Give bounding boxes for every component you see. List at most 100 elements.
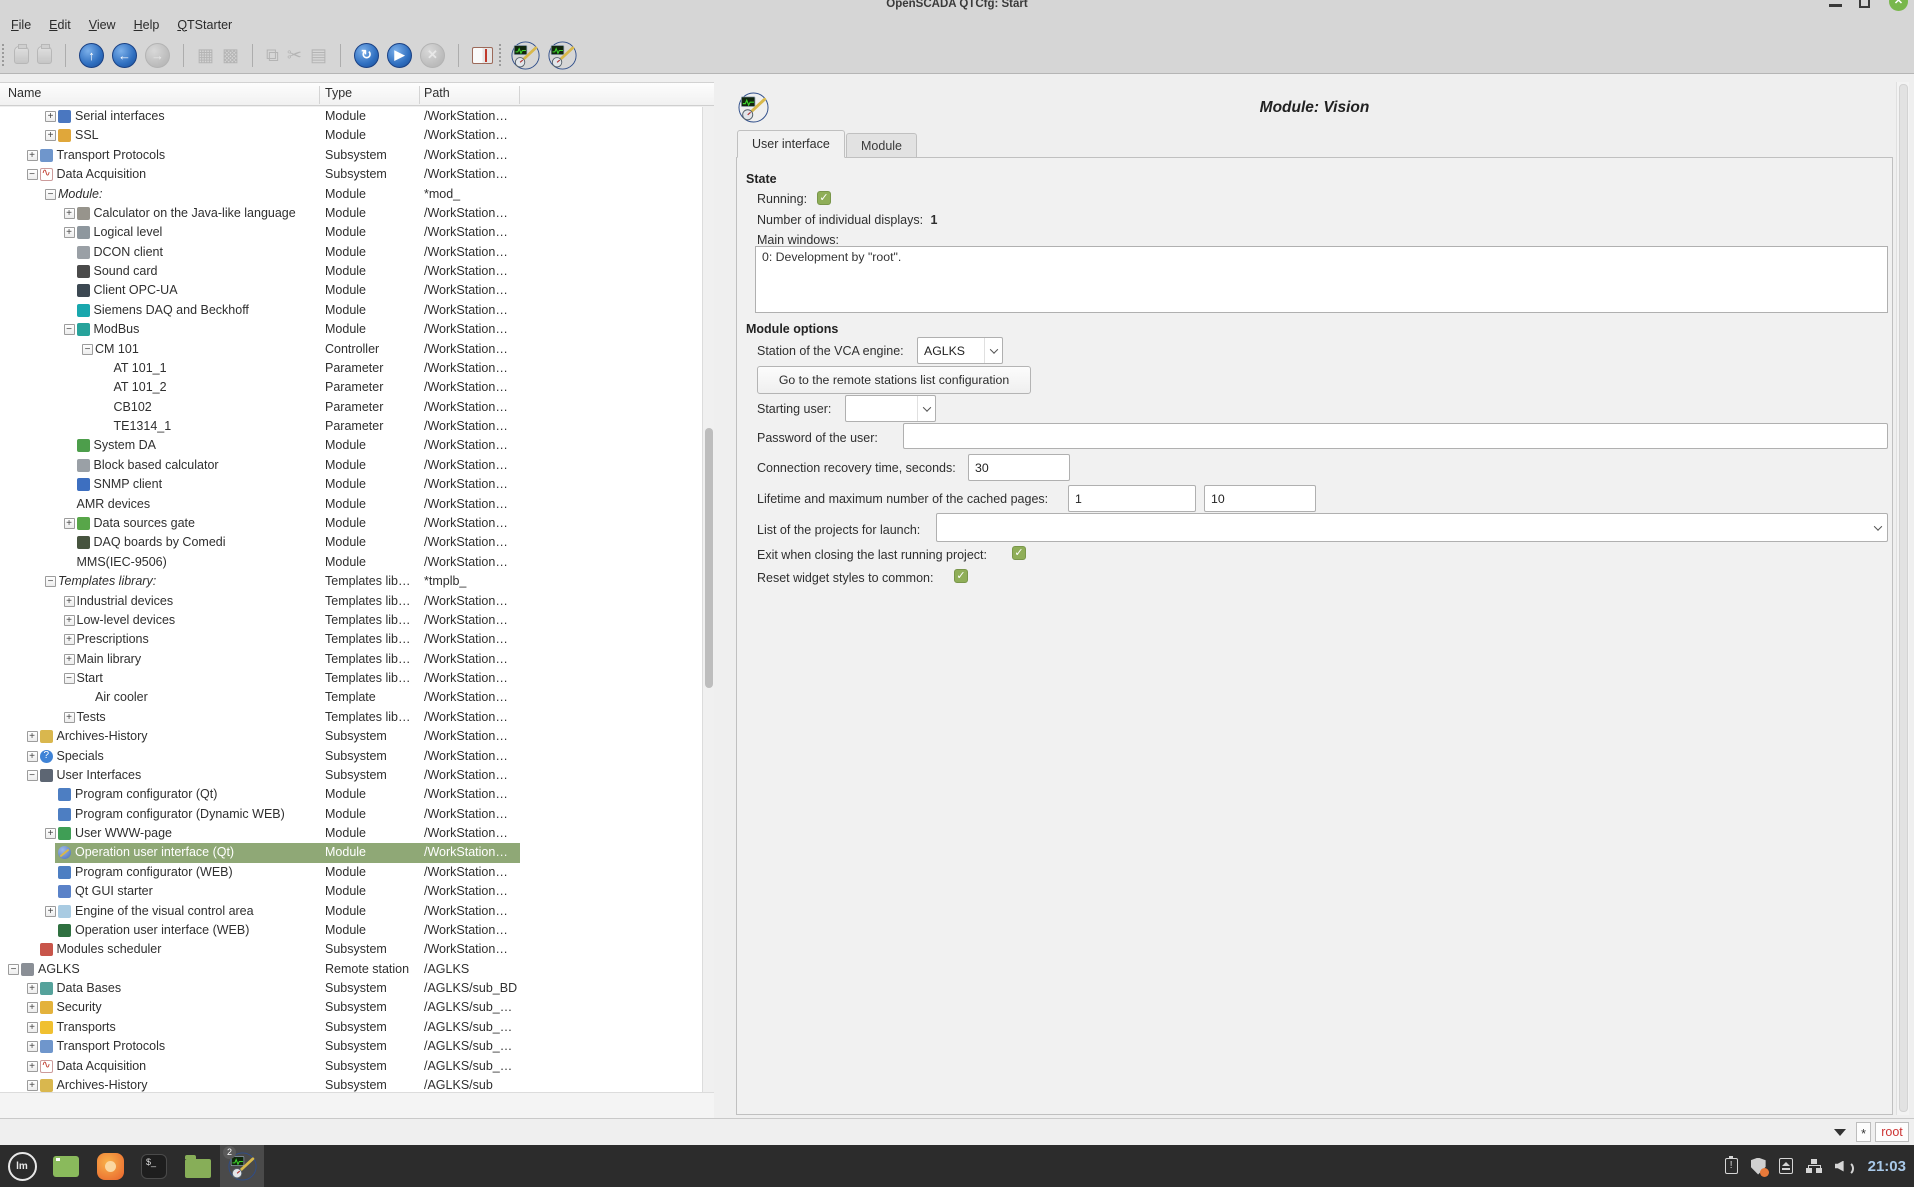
refresh-button[interactable]: ↻: [354, 43, 379, 68]
tree-row[interactable]: Client OPC-UAModule/WorkStation…: [0, 281, 702, 300]
collapse-icon[interactable]: −: [45, 189, 56, 200]
copy-item-button[interactable]: ⧉: [266, 46, 279, 64]
show-desktop-button[interactable]: [44, 1145, 88, 1187]
status-dropdown-button[interactable]: [1828, 1122, 1852, 1142]
exit-on-close-checkbox[interactable]: ✓: [1012, 546, 1026, 560]
cut-item-button[interactable]: ✂: [287, 46, 302, 64]
expand-icon[interactable]: +: [27, 150, 38, 161]
network-tray-icon[interactable]: [1806, 1159, 1822, 1174]
firefox-launcher[interactable]: [88, 1145, 132, 1187]
toolbar-handle[interactable]: [2, 44, 7, 66]
expand-icon[interactable]: +: [64, 654, 75, 665]
expand-icon[interactable]: +: [27, 1080, 38, 1091]
expand-icon[interactable]: +: [45, 828, 56, 839]
recovery-time-field[interactable]: [968, 454, 1070, 481]
delete-item-button[interactable]: ▩: [222, 46, 239, 64]
titlebar[interactable]: OpenSCADA QTCfg: Start ✕: [0, 0, 1914, 13]
expand-icon[interactable]: +: [64, 596, 75, 607]
cache-max-pages-field[interactable]: [1204, 485, 1316, 512]
tree-row[interactable]: +SecuritySubsystem/AGLKS/sub_…: [0, 998, 702, 1017]
running-checkbox[interactable]: ✓: [817, 191, 831, 205]
tree-row[interactable]: +Serial interfacesModule/WorkStation…: [0, 107, 702, 126]
column-header-type[interactable]: Type: [325, 86, 352, 100]
projects-launch-select[interactable]: [936, 513, 1888, 542]
starting-user-select[interactable]: [845, 395, 936, 422]
go-back-button[interactable]: ←: [112, 43, 137, 68]
expand-icon[interactable]: +: [27, 1041, 38, 1052]
menu-view[interactable]: View: [80, 18, 125, 32]
expand-icon[interactable]: +: [64, 227, 75, 238]
removable-media-tray-icon[interactable]: [1779, 1158, 1793, 1174]
menu-help[interactable]: Help: [125, 18, 169, 32]
expand-icon[interactable]: +: [45, 111, 56, 122]
files-launcher[interactable]: [176, 1145, 220, 1187]
current-user-badge[interactable]: root: [1875, 1122, 1909, 1142]
tree-row[interactable]: Modules schedulerSubsystem/WorkStation…: [0, 940, 702, 959]
column-divider[interactable]: [319, 86, 320, 104]
tree-horizontal-scrollbar[interactable]: [0, 1092, 714, 1118]
tree-row[interactable]: Operation user interface (Qt)Module/Work…: [0, 843, 702, 862]
tree-row[interactable]: System DAModule/WorkStation…: [0, 436, 702, 455]
tree-row[interactable]: Air coolerTemplate/WorkStation…: [0, 688, 702, 707]
tree-row[interactable]: +Transport ProtocolsSubsystem/AGLKS/sub_…: [0, 1037, 702, 1056]
tree-row[interactable]: TE1314_1Parameter/WorkStation…: [0, 417, 702, 436]
tree-row[interactable]: +PrescriptionsTemplates lib…/WorkStation…: [0, 630, 702, 649]
qtstarter-vision-button[interactable]: [548, 41, 577, 70]
tree-row[interactable]: Program configurator (Qt)Module/WorkStat…: [0, 785, 702, 804]
volume-tray-icon[interactable]: [1835, 1159, 1853, 1174]
stop-update-button[interactable]: ✕: [420, 43, 445, 68]
menu-file[interactable]: File: [2, 18, 40, 32]
openscada-task-button[interactable]: 2: [220, 1145, 264, 1187]
tree-row[interactable]: Qt GUI starterModule/WorkStation…: [0, 882, 702, 901]
password-field[interactable]: [903, 423, 1888, 449]
menu-qtstarter[interactable]: QTStarter: [168, 18, 241, 32]
expand-icon[interactable]: +: [27, 1061, 38, 1072]
tree-row[interactable]: CB102Parameter/WorkStation…: [0, 398, 702, 417]
tree-row[interactable]: −ModBusModule/WorkStation…: [0, 320, 702, 339]
add-item-button[interactable]: ▦: [197, 46, 214, 64]
tree-row[interactable]: +SSLModule/WorkStation…: [0, 126, 702, 145]
tab-module[interactable]: Module: [846, 133, 917, 158]
tree-row[interactable]: +Transport ProtocolsSubsystem/WorkStatio…: [0, 146, 702, 165]
expand-icon[interactable]: +: [64, 712, 75, 723]
config-tree[interactable]: +Serial interfacesModule/WorkStation…+SS…: [0, 107, 702, 1092]
tree-row[interactable]: +Data BasesSubsystem/AGLKS/sub_BD: [0, 979, 702, 998]
qtstarter-configurator-button[interactable]: [511, 41, 540, 70]
collapse-icon[interactable]: −: [64, 324, 75, 335]
collapse-icon[interactable]: −: [82, 344, 93, 355]
tree-row[interactable]: SNMP clientModule/WorkStation…: [0, 475, 702, 494]
main-windows-textarea[interactable]: 0: Development by "root".: [755, 246, 1888, 313]
tree-row[interactable]: +Low-level devicesTemplates lib…/WorkSta…: [0, 611, 702, 630]
reset-styles-checkbox[interactable]: ✓: [954, 569, 968, 583]
column-divider[interactable]: [519, 86, 520, 104]
column-header-name[interactable]: Name: [8, 86, 41, 100]
expand-icon[interactable]: +: [27, 1002, 38, 1013]
terminal-launcher[interactable]: $_: [132, 1145, 176, 1187]
station-select[interactable]: AGLKS: [917, 337, 1003, 364]
expand-icon[interactable]: +: [27, 751, 38, 762]
tree-row[interactable]: Block based calculatorModule/WorkStation…: [0, 456, 702, 475]
go-up-button[interactable]: ↑: [79, 43, 104, 68]
tab-user-interface[interactable]: User interface: [737, 130, 845, 158]
tree-row[interactable]: DCON clientModule/WorkStation…: [0, 243, 702, 262]
tree-row[interactable]: Operation user interface (WEB)Module/Wor…: [0, 921, 702, 940]
collapse-icon[interactable]: −: [8, 964, 19, 975]
clipboard-tray-icon[interactable]: !: [1725, 1158, 1738, 1174]
expand-icon[interactable]: +: [45, 906, 56, 917]
tree-row[interactable]: Program configurator (WEB)Module/WorkSta…: [0, 863, 702, 882]
tree-row[interactable]: +Calculator on the Java-like languageMod…: [0, 204, 702, 223]
tree-row[interactable]: Sound cardModule/WorkStation…: [0, 262, 702, 281]
expand-icon[interactable]: +: [64, 615, 75, 626]
tree-row[interactable]: AT 101_2Parameter/WorkStation…: [0, 378, 702, 397]
paste-item-button[interactable]: ▤: [310, 46, 327, 64]
tree-header[interactable]: Name Type Path: [0, 82, 714, 106]
expand-icon[interactable]: +: [27, 1022, 38, 1033]
tree-row[interactable]: +Logical levelModule/WorkStation…: [0, 223, 702, 242]
column-divider[interactable]: [419, 86, 420, 104]
collapse-icon[interactable]: −: [27, 169, 38, 180]
tree-row[interactable]: DAQ boards by ComediModule/WorkStation…: [0, 533, 702, 552]
mint-menu-button[interactable]: lm: [0, 1145, 44, 1187]
go-forward-button[interactable]: →: [145, 43, 170, 68]
menu-edit[interactable]: Edit: [40, 18, 80, 32]
maximize-button[interactable]: [1859, 0, 1870, 8]
